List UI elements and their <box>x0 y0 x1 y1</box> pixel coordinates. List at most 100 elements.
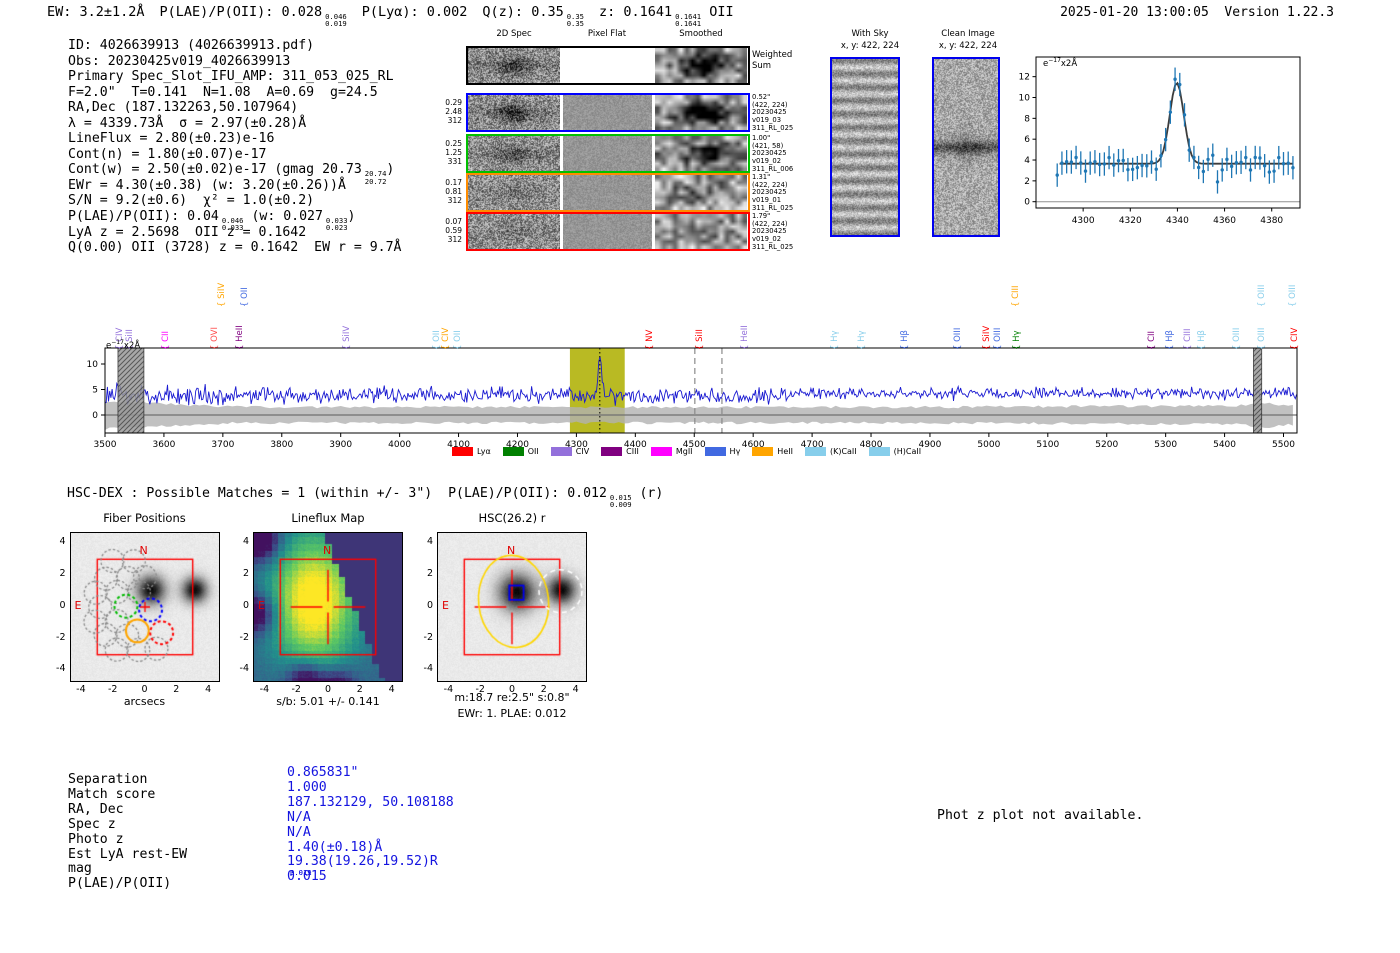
svg-text:3800: 3800 <box>270 440 293 450</box>
fit-plot-flux-units-label: e−17x2Å <box>1043 57 1077 69</box>
spectral-line-label-ciii: { CIII <box>1183 327 1194 350</box>
info-line: F=2.0" T=0.141 N=1.08 A=0.69 g=24.5 <box>68 85 401 101</box>
cutout-row-exposure-1 <box>466 93 750 132</box>
flux-label-exponent: −17 <box>1048 57 1061 64</box>
svg-text:0: 0 <box>92 411 98 421</box>
x-tick-label: 0 <box>324 683 332 695</box>
x-tick-label: 2 <box>173 683 180 695</box>
text-segment: z: 0.1641 <box>599 4 673 20</box>
spectral-line-label-siiv: { SiIV <box>342 325 353 350</box>
cutout-2dspec-image <box>468 214 560 249</box>
svg-text:10: 10 <box>1019 94 1031 104</box>
gaussian-fit-plot: 0 2 4 6 8 10 12 4300 4320 4340 4360 4380 <box>1019 56 1301 226</box>
cleanimage-coords: x, y: 422, 224 <box>938 41 998 51</box>
cutout-left-label-line: 0.07 <box>445 217 462 226</box>
cutout-pixelflat-image <box>563 95 652 130</box>
svg-text:3900: 3900 <box>329 440 352 450</box>
cutout-left-label-line: 312 <box>447 116 462 125</box>
legend-label: Hγ <box>729 447 741 456</box>
text-segment: λ = 4339.73Å σ = 2.97(±0.28)Å <box>68 115 307 131</box>
info-line: LyA z = 2.5698 OII z = 0.1642 <box>68 225 401 241</box>
text-segment: EWr = 4.30(±0.38) (w: 3.20(±0.26))Å <box>68 177 346 193</box>
withsky-image <box>830 57 900 237</box>
cutout-pixelflat-image <box>563 136 652 171</box>
full-spectrum-plot: 3500 3600 3700 3800 3900 4000 4100 4200 4300 4400… <box>87 347 1298 450</box>
match-row-label: Match score <box>68 786 156 802</box>
spectral-line-label-ovi: { OVI <box>210 326 221 350</box>
uncertainty-stack: 0.046 0.019 <box>325 13 347 28</box>
svg-text:4360: 4360 <box>1213 216 1236 226</box>
legend-item-mgii: MgII <box>650 447 693 456</box>
spectral-line-label-cii: { CII <box>161 330 172 350</box>
text-segment: EW: 3.2±1.2Å <box>47 4 145 20</box>
match-value-text: 1.40(±0.18)Å <box>287 839 383 855</box>
spectrum-flux-units-label: e−17x2Å <box>106 339 140 351</box>
spectral-line-label-oiii: { OIII <box>992 327 1003 350</box>
info-line: P(LAE)/P(OII): 0.04 0.046 0.033 (w: 0.027 0… <box>68 209 401 232</box>
weighted-sum-label: Weighted Sum <box>752 50 816 71</box>
text-segment: Q(0.00) OII (3728) z = 0.1642 EW r = 9.7… <box>68 240 402 256</box>
spectral-line-label-hβ: { Hβ <box>1164 329 1175 350</box>
spectral-line-label-oiii: { OIII <box>1257 327 1268 350</box>
cutout-2dspec-image <box>468 175 560 210</box>
info-line: Cont(w) = 2.50(±0.02)e-17 (gmag 20.73 20.… <box>68 162 401 185</box>
match-value-text: 187.132129, 50.108188 <box>287 794 454 810</box>
y-tick-label: -4 <box>423 663 433 675</box>
compass-east-label: E <box>74 598 82 612</box>
svg-text:5200: 5200 <box>1095 440 1118 450</box>
withsky-title-text: With Sky <box>851 29 889 39</box>
spectral-line-label-oiii: { OIII <box>1231 327 1242 350</box>
legend-label: HeII <box>777 447 793 456</box>
svg-text:8: 8 <box>1024 114 1030 124</box>
cutout-right-label-line: Weighted <box>752 50 793 60</box>
x-tick-label: 2 <box>540 683 547 695</box>
svg-text:4900: 4900 <box>918 440 941 450</box>
match-value-text: 0.865831" <box>287 765 359 780</box>
detection-info-block: ID: 4026639913 (4026639913.pdf) Obs: 2023… <box>68 38 401 256</box>
cutout-left-label-line: 0.29 <box>445 98 462 107</box>
match-row-label: P(LAE)/P(OII) <box>68 876 172 892</box>
flux-label-rest: x2Å <box>123 340 141 351</box>
svg-text:4000: 4000 <box>388 440 411 450</box>
text-segment: LyA z = 2.5698 OII z = 0.1642 <box>68 224 307 240</box>
cutout-left-label-line: 312 <box>447 235 462 244</box>
uncertainty-stack: 0.033 0.023 <box>326 217 348 232</box>
legend-swatch <box>704 447 726 456</box>
spectral-line-label-cii: { CII <box>1147 330 1158 350</box>
compass-north-label: N <box>139 543 148 557</box>
svg-text:4320: 4320 <box>1119 216 1142 226</box>
lineflux-map-xlabel: s/b: 5.01 +/- 0.141 <box>276 695 380 708</box>
cutout-right-label-line: 311_RL_025 <box>752 123 794 132</box>
spectral-line-label-hγ: { Hγ <box>830 329 841 350</box>
y-tick-label: -2 <box>239 631 249 643</box>
withsky-coords: x, y: 422, 224 <box>840 41 900 51</box>
svg-text:12: 12 <box>1019 73 1030 83</box>
flux-label-exponent: −17 <box>111 339 124 346</box>
svg-text:5500: 5500 <box>1272 440 1295 450</box>
svg-text:4300: 4300 <box>1072 216 1095 226</box>
spectral-line-label-hβ: { Hβ <box>1197 329 1208 350</box>
legend-swatch <box>502 447 524 456</box>
cutout-row-exposure-4 <box>466 212 750 251</box>
elixer-detection-report: EW: 3.2±1.2Å P(LAE)/P(OII): 0.028 0.046 0.0… <box>0 0 1400 953</box>
cutout-col-header-2dspec: 2D Spec <box>496 29 532 39</box>
cutout-smoothed-image <box>655 48 747 83</box>
info-line: EWr = 4.30(±0.38) (w: 3.20(±0.26))Å <box>68 178 401 194</box>
legend-label: MgII <box>675 447 693 456</box>
spectral-line-label-siiv: { SiIV <box>217 282 228 307</box>
y-tick-label: 2 <box>242 567 249 579</box>
svg-text:3700: 3700 <box>211 440 234 450</box>
text-segment: HSC-DEX : Possible Matches = 1 (within +… <box>67 486 607 501</box>
match-row-label: Spec z <box>68 816 116 832</box>
y-tick-label: 2 <box>426 567 433 579</box>
spectral-line-label-oiii: { OIII <box>1287 284 1298 307</box>
text-segment: Cont(n) = 1.80(±0.07)e-17 <box>68 146 267 162</box>
uncertainty-lo: 20.72 <box>364 176 387 186</box>
fiber-positions-xlabel: arcsecs <box>123 695 166 708</box>
x-tick-label: -4 <box>259 683 270 695</box>
spectral-line-label-civ: { CIV <box>1290 327 1301 350</box>
cleanimage-title-text: Clean Image <box>941 29 995 39</box>
spectral-line-label-siiv: { SiIV <box>982 325 993 350</box>
y-tick-label: 0 <box>426 599 433 611</box>
x-tick-label: -4 <box>76 683 86 695</box>
